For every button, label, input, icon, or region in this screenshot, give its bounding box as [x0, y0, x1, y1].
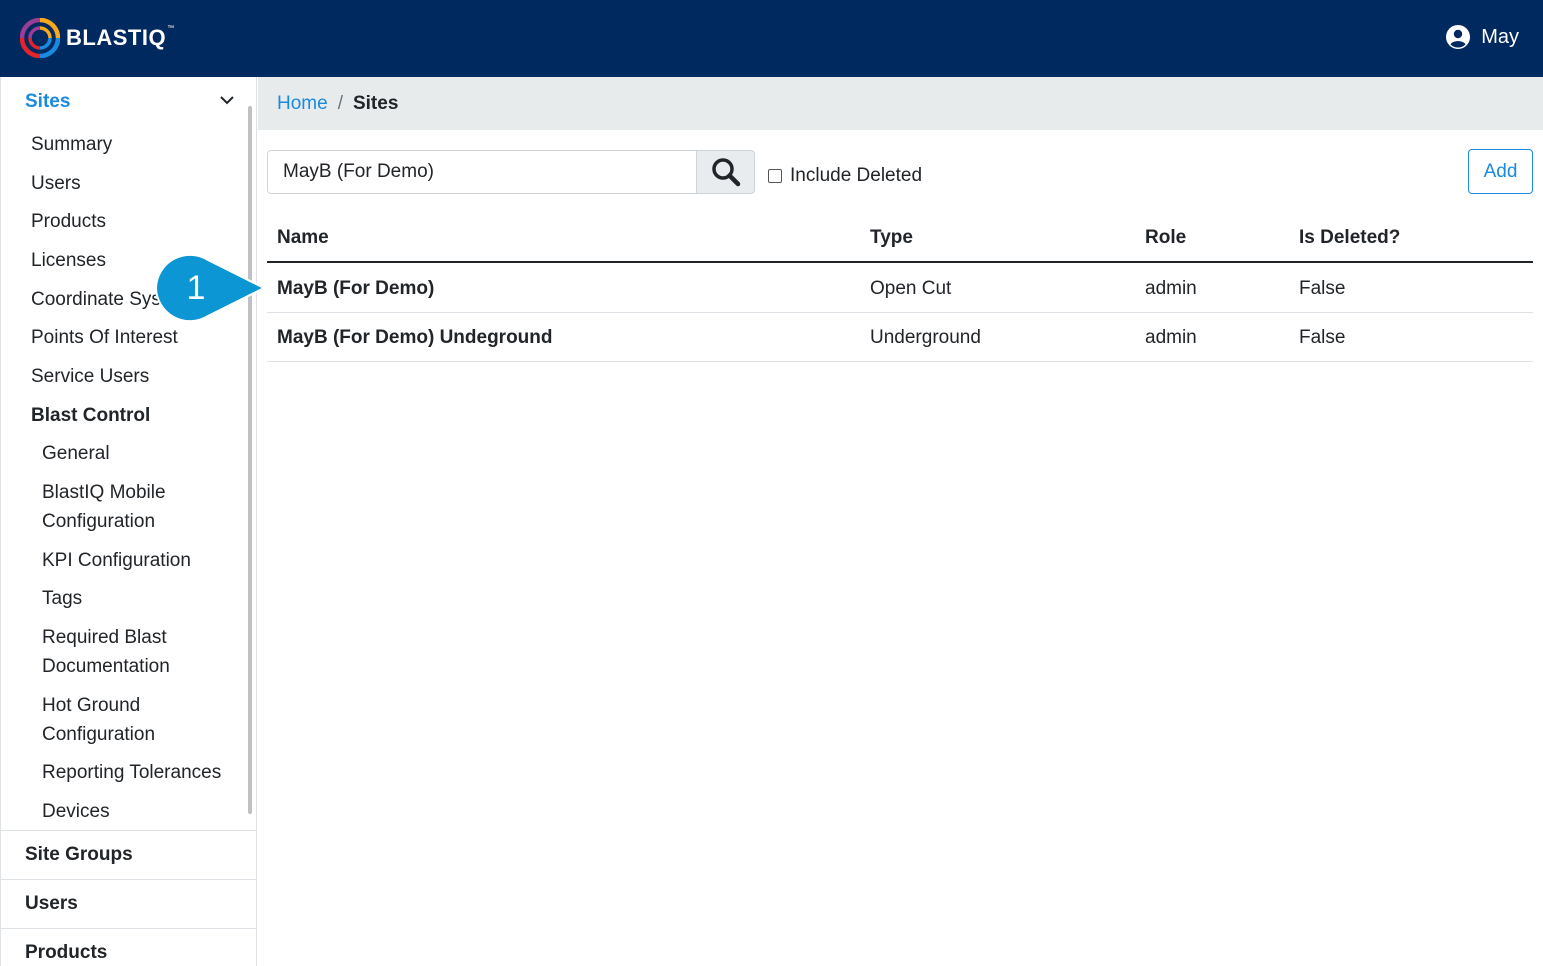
sidebar-item-general[interactable]: General [42, 439, 110, 468]
column-header-is-deleted[interactable]: Is Deleted? [1299, 213, 1400, 263]
breadcrumb-home-link[interactable]: Home [277, 93, 328, 115]
sidebar-item-label-line: Documentation [42, 656, 170, 677]
table-row[interactable]: MayB (For Demo) Open Cut admin False [267, 264, 1533, 313]
user-avatar-icon [1446, 25, 1471, 49]
table-header: Name Type Role Is Deleted? [267, 213, 1533, 263]
sidebar-section-site-groups[interactable]: Site Groups [1, 831, 256, 879]
sidebar-item-reporting-tolerances[interactable]: Reporting Tolerances [42, 758, 221, 787]
breadcrumb-current-label: Sites [352, 92, 399, 114]
sidebar-item-devices[interactable]: Devices [42, 797, 110, 826]
include-deleted-toggle[interactable]: Include Deleted [768, 165, 922, 187]
chevron-down-icon [220, 96, 234, 105]
sidebar-item-tags[interactable]: Tags [42, 584, 82, 613]
column-header-name[interactable]: Name [277, 213, 329, 263]
sidebar-item-licenses[interactable]: Licenses [31, 246, 106, 275]
cell-name[interactable]: MayB (For Demo) [277, 264, 434, 313]
sidebar-section-label: Sites [25, 91, 71, 112]
user-menu[interactable]: May [1445, 24, 1519, 50]
sidebar-item-kpi-configuration[interactable]: KPI Configuration [42, 546, 191, 575]
logo-text: BLASTIQ™ [66, 25, 175, 50]
cell-is-deleted: False [1299, 327, 1346, 348]
add-button[interactable]: Add [1468, 149, 1533, 194]
sidebar-item-label-line: BlastIQ Mobile [42, 482, 166, 503]
sidebar-item-blastiq-mobile-configuration[interactable]: BlastIQ Mobile Configuration [42, 478, 166, 536]
callout-number: 1 [186, 269, 206, 307]
sidebar-item-hot-ground-configuration[interactable]: Hot Ground Configuration [42, 691, 155, 749]
sidebar-item-label-line: Configuration [42, 511, 156, 532]
cell-role: admin [1145, 327, 1197, 348]
breadcrumb: Home / Sites [258, 77, 1543, 130]
top-bar: BLASTIQ™ May [0, 0, 1543, 77]
sidebar-item-required-blast-documentation[interactable]: Required Blast Documentation [42, 623, 170, 681]
sidebar-item-label-line: Required Blast [42, 627, 167, 648]
user-name: May [1481, 25, 1519, 48]
blastiq-logo-icon [20, 18, 60, 58]
column-header-role[interactable]: Role [1145, 213, 1186, 263]
sidebar-section-products[interactable]: Products [1, 929, 256, 966]
sidebar-item-products[interactable]: Products [31, 207, 106, 236]
search-icon [711, 158, 740, 187]
table-row[interactable]: MayB (For Demo) Undeground Underground a… [267, 313, 1533, 362]
sidebar-section-users[interactable]: Users [1, 880, 256, 928]
sidebar-item-summary[interactable]: Summary [31, 130, 112, 159]
sidebar-item-users[interactable]: Users [31, 169, 81, 198]
cell-is-deleted: False [1299, 278, 1346, 299]
search-button[interactable] [696, 150, 755, 194]
column-header-type[interactable]: Type [870, 213, 913, 263]
breadcrumb-separator: / [337, 92, 343, 114]
search-input[interactable] [267, 150, 696, 194]
breadcrumb-current: Sites [353, 93, 398, 115]
include-deleted-label: Include Deleted [790, 165, 923, 186]
sidebar-item-points-of-interest[interactable]: Points Of Interest [31, 323, 178, 352]
sidebar-section-sites[interactable]: Sites [1, 78, 256, 126]
include-deleted-checkbox[interactable] [768, 169, 782, 183]
sidebar-scrollbar[interactable] [248, 106, 252, 814]
sidebar-item-blast-control[interactable]: Blast Control [31, 401, 150, 430]
cell-role: admin [1145, 278, 1197, 299]
cell-type: Open Cut [870, 278, 952, 299]
sidebar: Sites Summary Users Products Licenses Co… [0, 77, 257, 966]
sidebar-item-label-line: Configuration [42, 724, 156, 745]
cell-type: Underground [870, 327, 981, 348]
sidebar-item-service-users[interactable]: Service Users [31, 362, 149, 391]
blastiq-logo[interactable]: BLASTIQ™ [20, 18, 175, 58]
sidebar-item-label-line: Hot Ground [42, 695, 141, 716]
sidebar-item-coordinate-systems[interactable]: Coordinate Sys [31, 285, 161, 314]
cell-name[interactable]: MayB (For Demo) Undeground [277, 313, 553, 362]
